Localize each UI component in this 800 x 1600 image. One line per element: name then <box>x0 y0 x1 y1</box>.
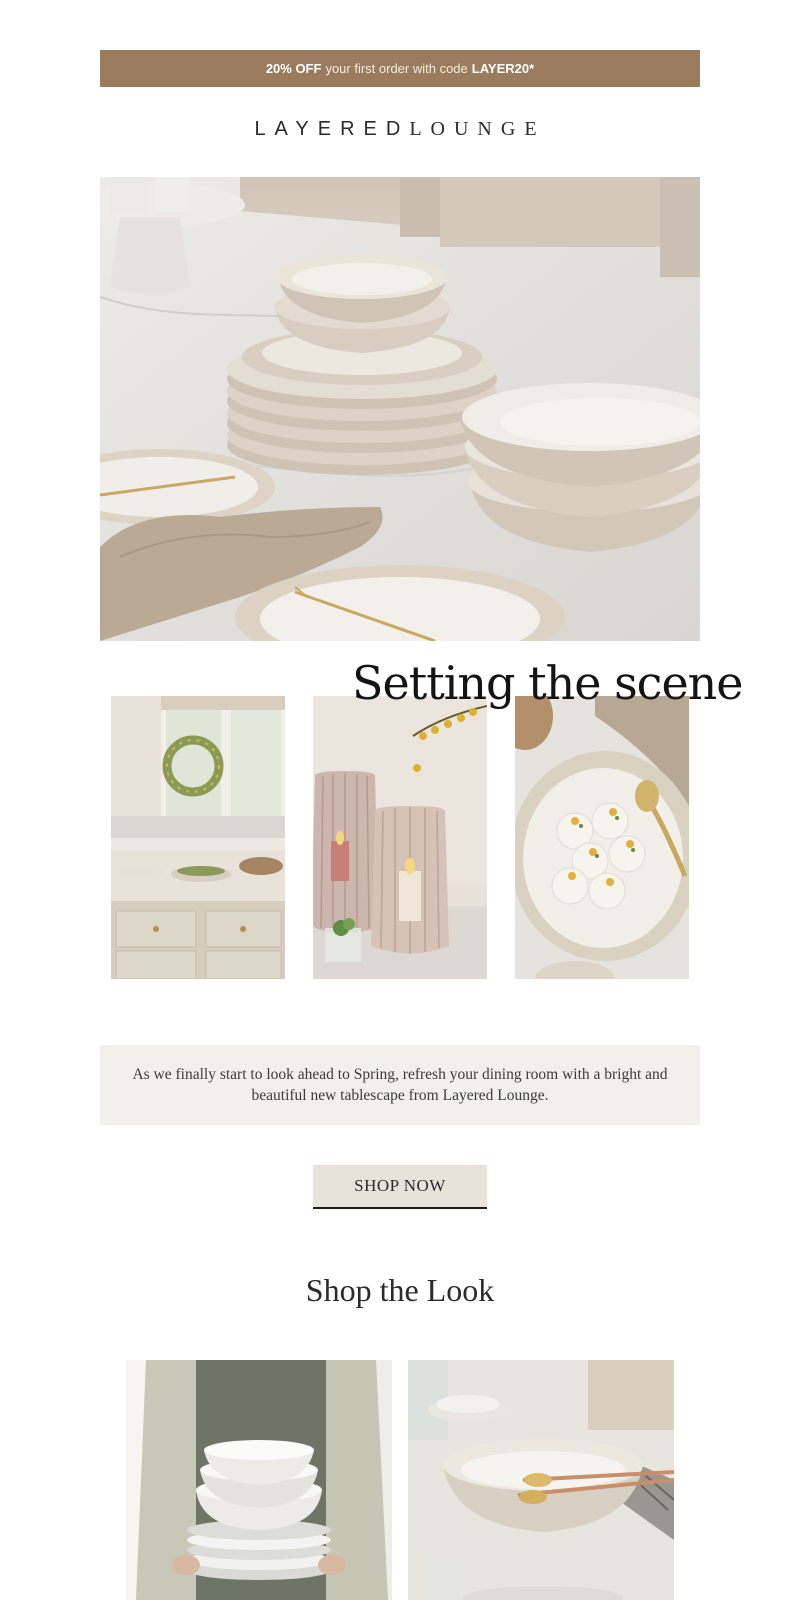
kitchen-image[interactable] <box>111 696 285 979</box>
hero-image[interactable] <box>100 177 700 641</box>
lanterns-illustration <box>313 696 487 979</box>
look-image-bowl[interactable] <box>408 1360 674 1600</box>
kitchen-illustration <box>111 696 285 979</box>
look-image-plates-stack[interactable] <box>126 1360 392 1600</box>
intro-copy-box: As we finally start to look ahead to Spr… <box>100 1045 700 1125</box>
brand-logo[interactable]: LAYEREDLOUNGE <box>0 118 800 141</box>
promo-discount: 20% OFF <box>265 61 322 76</box>
hero-plates-illustration <box>100 177 700 641</box>
promo-banner[interactable]: 20% OFF your first order with code LAYER… <box>100 50 700 87</box>
promo-text: your first order with code <box>325 61 468 76</box>
logo-part-lounge: LOUNGE <box>409 118 546 140</box>
person-plates-illustration <box>126 1360 392 1600</box>
intro-copy: As we finally start to look ahead to Spr… <box>132 1066 668 1104</box>
lanterns-image[interactable] <box>313 696 487 979</box>
hero-title: Setting the scene <box>352 656 744 710</box>
logo-part-layered: LAYERED <box>254 118 410 140</box>
promo-code: LAYER20* <box>471 61 535 76</box>
bowl-spoons-illustration <box>408 1360 674 1600</box>
shop-now-button[interactable]: SHOP NOW <box>313 1165 487 1209</box>
dish-illustration <box>515 696 689 979</box>
shop-the-look-heading: Shop the Look <box>305 1272 495 1308</box>
dish-image[interactable] <box>515 696 689 979</box>
